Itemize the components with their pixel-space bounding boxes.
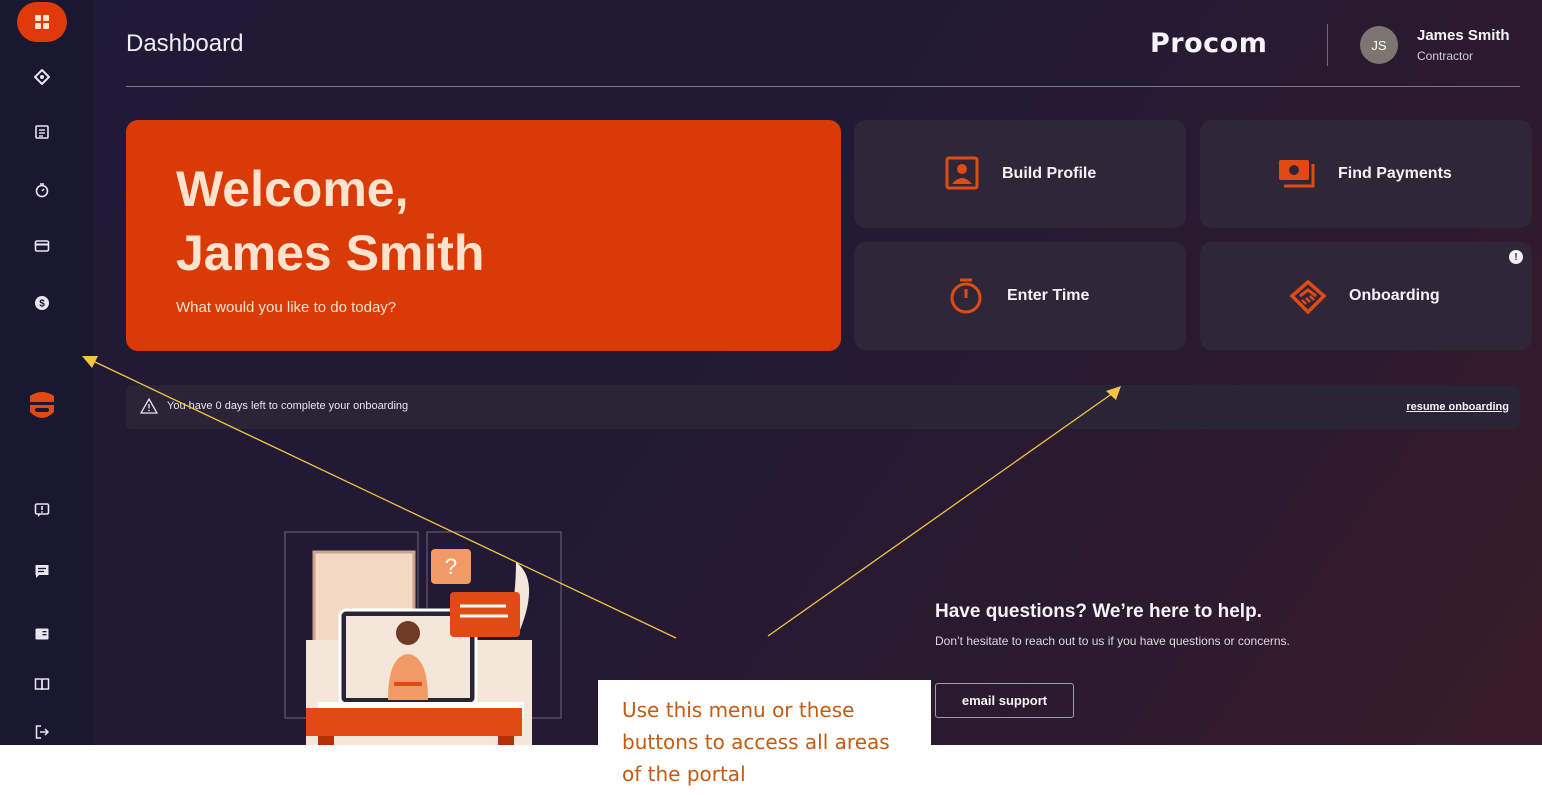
document-icon <box>35 628 49 640</box>
svg-text:$: $ <box>39 299 45 310</box>
find-payments-button[interactable]: Find Payments <box>1200 120 1532 228</box>
app-screen: $ Dashboard Procom JS James Smith Contra… <box>0 0 1542 745</box>
list-icon <box>35 125 49 139</box>
welcome-card: Welcome, James Smith What would you like… <box>126 120 841 351</box>
sidebar-item-dashboard[interactable] <box>17 2 67 42</box>
welcome-greeting: Welcome, <box>176 161 409 217</box>
page-title: Dashboard <box>126 30 244 57</box>
svg-text:?: ? <box>445 554 457 579</box>
book-icon <box>34 678 50 691</box>
sidebar-item-time[interactable] <box>28 176 56 204</box>
grid-icon <box>35 15 49 29</box>
sidebar-item-documents[interactable] <box>28 620 56 648</box>
handshake-icon <box>1289 279 1327 314</box>
welcome-user-name: James Smith <box>176 225 485 281</box>
sidebar-item-feedback[interactable] <box>28 496 56 524</box>
support-agent-illustration: ? <box>284 531 562 745</box>
user-role: Contractor <box>1417 49 1474 63</box>
welcome-subtitle: What would you like to do today? <box>176 299 397 316</box>
alert-message: You have 0 days left to complete your on… <box>167 400 409 412</box>
card-icon <box>34 240 50 252</box>
onboarding-button[interactable]: Onboarding ! <box>1200 242 1532 350</box>
tile-label: Onboarding <box>1349 287 1440 304</box>
annotation-callout: Use this menu or these buttons to access… <box>598 680 931 795</box>
alert-message-icon <box>34 503 50 517</box>
sidebar-item-earnings[interactable]: $ <box>28 289 56 317</box>
procom-logo-icon <box>22 386 62 426</box>
logout-icon <box>35 725 50 739</box>
tile-label: Build Profile <box>1002 165 1097 182</box>
email-support-button[interactable]: email support <box>935 683 1074 718</box>
payment-icon <box>1279 160 1315 188</box>
build-profile-button[interactable]: Build Profile <box>854 120 1186 228</box>
sidebar-item-logout[interactable] <box>28 718 56 745</box>
enter-time-button[interactable]: Enter Time <box>854 242 1186 350</box>
sidebar-item-timesheets[interactable] <box>28 118 56 146</box>
stopwatch-icon <box>950 278 982 314</box>
tag-icon <box>34 69 50 85</box>
onboarding-alert-badge: ! <box>1509 250 1523 264</box>
avatar[interactable]: JS <box>1360 26 1398 64</box>
sidebar-item-payments[interactable] <box>28 232 56 260</box>
sidebar: $ <box>0 0 93 745</box>
onboarding-alert-bar: You have 0 days left to complete your on… <box>126 385 1520 429</box>
help-heading: Have questions? We’re here to help. <box>935 601 1262 622</box>
header-divider <box>1327 24 1328 66</box>
dollar-icon: $ <box>35 296 49 310</box>
sidebar-item-chat[interactable] <box>28 557 56 585</box>
chat-icon <box>35 565 49 578</box>
sidebar-item-tags[interactable] <box>28 63 56 91</box>
resume-onboarding-link[interactable]: resume onboarding <box>1406 401 1509 413</box>
sidebar-item-guide[interactable] <box>28 670 56 698</box>
user-name[interactable]: James Smith <box>1417 27 1510 44</box>
stopwatch-icon <box>35 183 49 198</box>
header-underline <box>126 86 1520 87</box>
help-subtitle: Don’t hesitate to reach out to us if you… <box>935 634 1290 648</box>
brand-logo: Procom <box>1150 28 1268 59</box>
tile-label: Find Payments <box>1338 165 1452 182</box>
warning-icon <box>140 397 158 414</box>
profile-icon <box>945 156 979 190</box>
annotation-text: Use this menu or these buttons to access… <box>622 698 890 786</box>
tile-label: Enter Time <box>1007 287 1090 304</box>
